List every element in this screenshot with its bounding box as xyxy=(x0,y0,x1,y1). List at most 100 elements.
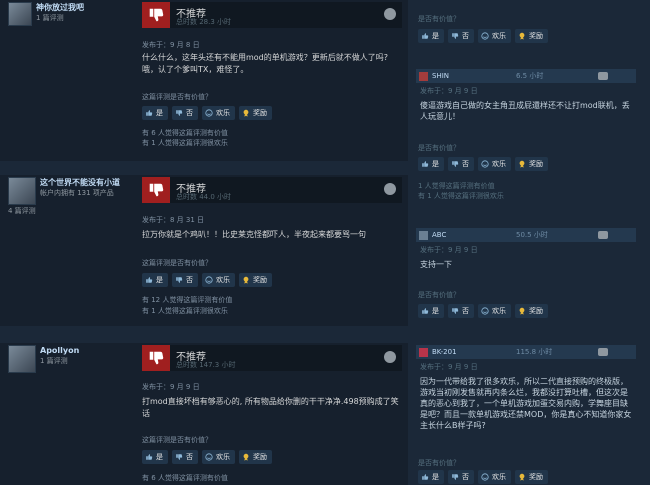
smile-icon xyxy=(481,32,489,40)
helpful-question: 这篇评测是否有价值？ xyxy=(142,436,212,444)
vote-funny-label: 欢乐 xyxy=(216,276,230,284)
right-column: 是否有价值？ 是 否 欢乐 奖励 SHIN 6.5 小时 发布于：9 月 9 日… xyxy=(414,0,650,485)
posted-date: 发布于：9 月 9 日 xyxy=(142,383,200,391)
avatar[interactable] xyxy=(419,71,428,81)
thumbs-down-icon xyxy=(175,276,183,284)
steam-icon xyxy=(384,351,396,363)
review-body: 发布于：9 月 9 日 傻逼游戏自己做的女主角丑成屁還样还不让打mod联机，丢人… xyxy=(416,83,636,125)
vote-no-label: 否 xyxy=(186,276,193,284)
vote-yes-label: 是 xyxy=(432,160,439,168)
avatar[interactable] xyxy=(8,177,36,205)
review-content: 因为一代带给我了很多欢乐，所以二代直接预购的终极版，游戏当初刚发售就再内条么烂，… xyxy=(420,377,632,430)
vote-yes-label: 是 xyxy=(156,453,163,461)
award-label: 奖励 xyxy=(529,32,543,40)
funny-count: 有 1 人觉得这篇评测很欢乐 xyxy=(418,192,504,200)
review-card: Apollyon 1 篇评测 不推荐 总时数 147.3 小时 发布于：9 月 … xyxy=(0,343,408,485)
award-icon xyxy=(518,307,526,315)
review-card: 神你放过我吧 1 篇评测 不推荐 总时数 28.3 小时 发布于：9 月 8 日… xyxy=(0,0,408,161)
avatar[interactable] xyxy=(8,2,32,26)
avatar[interactable] xyxy=(419,347,428,357)
thumbs-down-icon xyxy=(451,32,459,40)
vote-funny-button[interactable]: 欢乐 xyxy=(478,470,511,484)
award-button[interactable]: 奖励 xyxy=(515,29,548,43)
award-button[interactable]: 奖励 xyxy=(239,106,272,120)
award-label: 奖励 xyxy=(253,453,267,461)
review-author: Apollyon 1 篇评测 xyxy=(8,345,133,373)
review-header: 不推荐 总时数 147.3 小时 xyxy=(142,345,402,371)
award-button[interactable]: 奖励 xyxy=(239,450,272,464)
author-review-count[interactable]: 4 篇评测 xyxy=(8,205,133,216)
vote-yes-button[interactable]: 是 xyxy=(142,450,168,464)
vote-no-label: 否 xyxy=(186,109,193,117)
award-button[interactable]: 奖励 xyxy=(515,157,548,171)
avatar[interactable] xyxy=(8,345,36,373)
playtime: 115.8 小时 xyxy=(516,348,553,356)
playtime: 总时数 44.0 小时 xyxy=(176,193,232,201)
thumbs-up-icon xyxy=(145,109,153,117)
vote-no-button[interactable]: 否 xyxy=(448,157,474,171)
vote-funny-button[interactable]: 欢乐 xyxy=(478,304,511,318)
vote-yes-button[interactable]: 是 xyxy=(142,273,168,287)
posted-date: 发布于：9 月 9 日 xyxy=(420,87,478,95)
vote-no-button[interactable]: 否 xyxy=(172,450,198,464)
review-content: 什么什么，这年头还有不能用mod的单机游戏？更新后就不做人了吗? 哦，认了个爹叫… xyxy=(142,53,389,74)
posted-date: 发布于：8 月 31 日 xyxy=(142,216,205,224)
smile-icon xyxy=(481,307,489,315)
vote-buttons: 是 否 欢乐 奖励 xyxy=(142,106,272,120)
vote-no-button[interactable]: 否 xyxy=(448,470,474,484)
review-header: ABC 50.5 小时 xyxy=(416,228,636,242)
vote-yes-button[interactable]: 是 xyxy=(418,157,444,171)
review-content: 拉万你就是个鸡叭！！比史莱克怪都吓人，半夜起来都要骂一句 xyxy=(142,230,366,239)
vote-funny-label: 欢乐 xyxy=(216,109,230,117)
review-body: 发布于：9 月 9 日 因为一代带给我了很多欢乐，所以二代直接预购的终极版，游戏… xyxy=(416,359,636,434)
playtime: 6.5 小时 xyxy=(516,72,544,80)
helpful-count: 有 6 人觉得这篇评测有价值 xyxy=(142,474,228,482)
helpful-question: 是否有价值？ xyxy=(418,15,460,23)
vote-funny-label: 欢乐 xyxy=(492,473,506,481)
award-button[interactable]: 奖励 xyxy=(515,304,548,318)
vote-yes-button[interactable]: 是 xyxy=(418,304,444,318)
thumbs-up-icon xyxy=(421,32,429,40)
vote-yes-label: 是 xyxy=(156,276,163,284)
award-button[interactable]: 奖励 xyxy=(239,273,272,287)
author-name[interactable]: ABC xyxy=(432,231,516,239)
helpful-question: 是否有价值？ xyxy=(418,459,460,467)
vote-no-button[interactable]: 否 xyxy=(448,304,474,318)
review-header: SHIN 6.5 小时 xyxy=(416,69,636,83)
vote-funny-button[interactable]: 欢乐 xyxy=(202,273,235,287)
vote-yes-button[interactable]: 是 xyxy=(142,106,168,120)
thumbs-down-icon xyxy=(142,345,170,371)
vote-no-button[interactable]: 否 xyxy=(172,106,198,120)
thumbs-down-icon xyxy=(451,307,459,315)
vote-yes-button[interactable]: 是 xyxy=(418,29,444,43)
helpful-count: 有 12 人觉得这篇评测有价值 xyxy=(142,296,233,304)
wrench-icon xyxy=(598,348,608,356)
review-header: 不推荐 总时数 44.0 小时 xyxy=(142,177,402,203)
vote-funny-label: 欢乐 xyxy=(492,32,506,40)
award-icon xyxy=(518,160,526,168)
vote-no-button[interactable]: 否 xyxy=(172,273,198,287)
helpful-question: 这篇评测是否有价值？ xyxy=(142,259,212,267)
thumbs-down-icon xyxy=(175,453,183,461)
award-button[interactable]: 奖励 xyxy=(515,470,548,484)
vote-funny-button[interactable]: 欢乐 xyxy=(202,106,235,120)
vote-funny-button[interactable]: 欢乐 xyxy=(478,29,511,43)
playtime: 50.5 小时 xyxy=(516,231,548,239)
thumbs-down-icon xyxy=(175,109,183,117)
review-body: 发布于：9 月 9 日 支持一下 xyxy=(416,242,636,273)
author-name[interactable]: BK-201 xyxy=(432,348,516,356)
helpful-question: 是否有价值？ xyxy=(418,144,460,152)
vote-buttons: 是 否 欢乐 奖励 xyxy=(142,273,272,287)
vote-funny-button[interactable]: 欢乐 xyxy=(478,157,511,171)
avatar[interactable] xyxy=(419,230,428,240)
thumbs-down-icon xyxy=(451,160,459,168)
review-card: 这个世界不能没有小道 帐户内拥有 131 项产品 4 篇评测 不推荐 总时数 4… xyxy=(0,175,408,326)
posted-date: 发布于：9 月 8 日 xyxy=(142,41,200,49)
vote-no-button[interactable]: 否 xyxy=(448,29,474,43)
vote-buttons: 是 否 欢乐 奖励 xyxy=(418,157,548,171)
author-name[interactable]: SHIN xyxy=(432,72,516,80)
review-author: 神你放过我吧 1 篇评测 xyxy=(8,2,133,26)
vote-funny-button[interactable]: 欢乐 xyxy=(202,450,235,464)
vote-yes-button[interactable]: 是 xyxy=(418,470,444,484)
award-icon xyxy=(242,276,250,284)
